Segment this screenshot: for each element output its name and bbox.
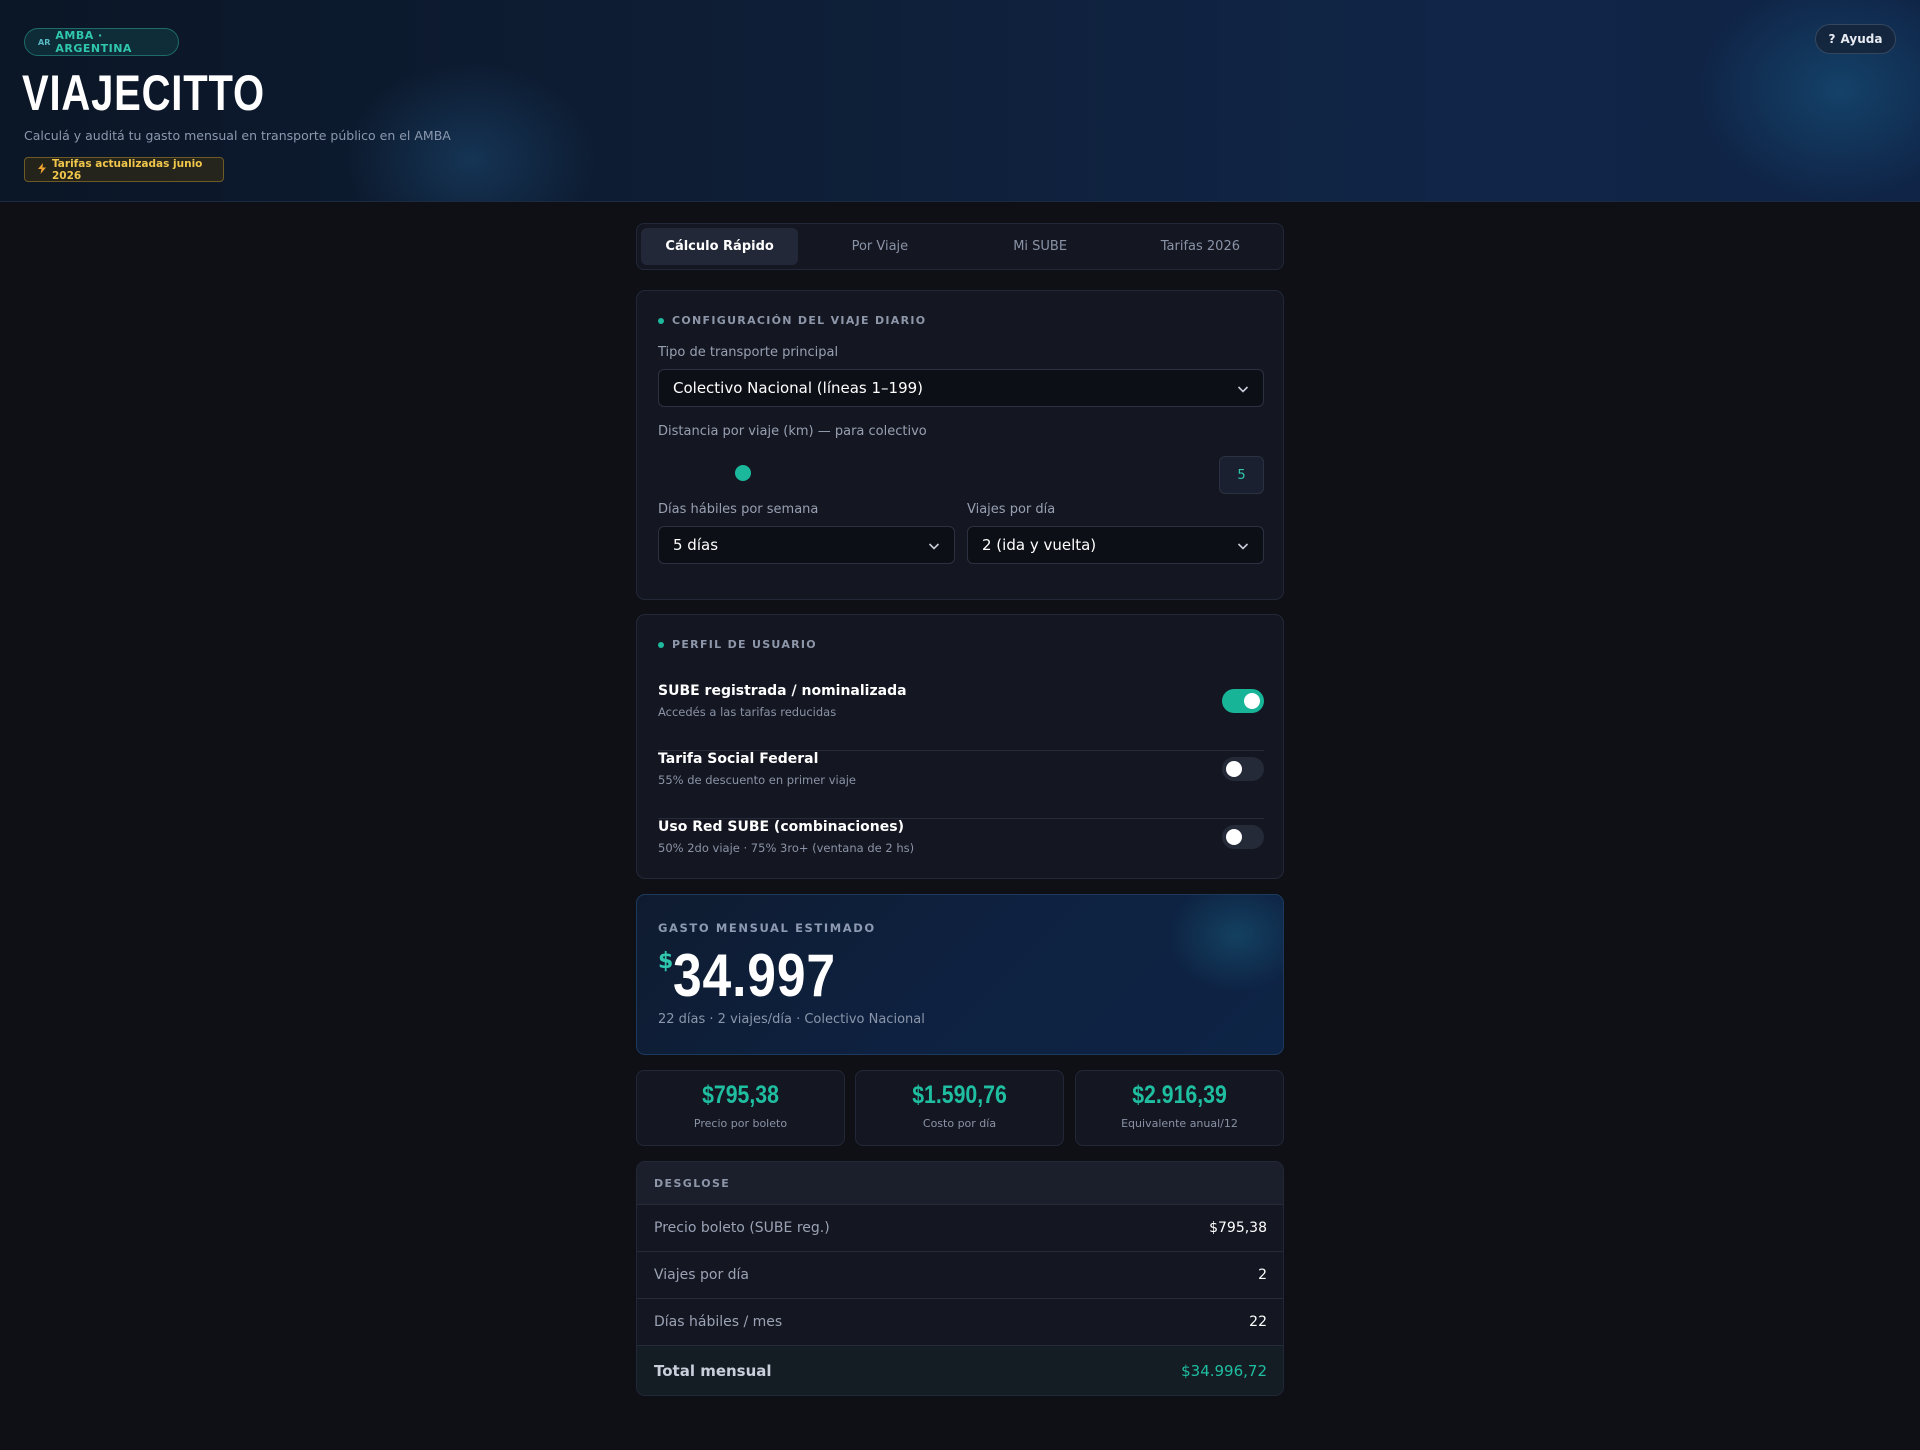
tarifa-social-toggle[interactable] [1222, 757, 1264, 781]
lightning-icon [38, 162, 46, 177]
breakdown-title: DESGLOSE [637, 1162, 1283, 1205]
table-row: Días hábiles / mes 22 [637, 1299, 1283, 1346]
stat-label: Costo por día [922, 1117, 997, 1130]
distance-value-box[interactable]: 5 [1219, 456, 1264, 494]
row-key: Viajes por día [654, 1267, 749, 1283]
stat-value: $1.590,76 [912, 1081, 1007, 1109]
stat-costo-dia: $1.590,76 Costo por día [855, 1070, 1064, 1146]
stat-label: Precio por boleto [693, 1117, 788, 1130]
row-value: 22 [1249, 1314, 1267, 1330]
trips-select[interactable]: 2 (ida y vuelta) [967, 526, 1264, 564]
stat-equivalente-anual: $2.916,39 Equivalente anual/12 [1075, 1070, 1284, 1146]
help-label: Ayuda [1840, 32, 1883, 46]
profile-row-desc: 55% de descuento en primer viaje [658, 773, 857, 787]
trips-label: Viajes por día [967, 502, 1056, 517]
region-label: AMBA · ARGENTINA [55, 29, 132, 55]
days-select[interactable]: 5 días [658, 526, 955, 564]
chevron-down-icon [1237, 543, 1249, 550]
help-button[interactable]: ? Ayuda [1815, 24, 1896, 54]
page-header: AR AMBA · ARGENTINA VIAJECITTO Calculá y… [0, 0, 1920, 202]
tariff-badge-label: Tarifas actualizadas junio 2026 [52, 157, 203, 182]
trips-value: 2 (ida y vuelta) [982, 536, 1097, 554]
config-section-label: CONFIGURACIÓN DEL VIAJE DIARIO [672, 314, 927, 327]
profile-row-tarifa-social: Tarifa Social Federal 55% de descuento e… [658, 751, 1264, 819]
row-key: Precio boleto (SUBE reg.) [654, 1220, 830, 1236]
page-subtitle: Calculá y auditá tu gasto mensual en tra… [24, 128, 451, 143]
result-description: 22 días · 2 viajes/día · Colectivo Nacio… [658, 1012, 925, 1027]
distance-slider-track[interactable] [658, 458, 1198, 462]
sube-registrada-toggle[interactable] [1222, 689, 1264, 713]
tariff-update-badge: Tarifas actualizadas junio 2026 [24, 157, 224, 182]
section-dot-icon [658, 641, 664, 648]
tab-calculo-rapido[interactable]: Cálculo Rápido [641, 228, 799, 265]
days-label: Días hábiles por semana [658, 502, 819, 517]
red-sube-toggle[interactable] [1222, 825, 1264, 849]
row-key: Días hábiles / mes [654, 1314, 783, 1330]
row-value: 2 [1258, 1267, 1267, 1283]
stat-value: $2.916,39 [1132, 1081, 1227, 1109]
section-dot-icon [658, 317, 664, 324]
question-icon: ? [1828, 32, 1836, 46]
profile-row-desc: 50% 2do viaje · 75% 3ro+ (ventana de 2 h… [658, 841, 915, 855]
transport-select[interactable]: Colectivo Nacional (líneas 1–199) [658, 369, 1264, 407]
config-card: CONFIGURACIÓN DEL VIAJE DIARIO Tipo de t… [636, 290, 1284, 600]
tab-por-viaje[interactable]: Por Viaje [801, 228, 958, 265]
total-row: Total mensual $34.996,72 [637, 1346, 1283, 1395]
region-badge: AR AMBA · ARGENTINA [24, 28, 179, 56]
profile-row-red-sube: Uso Red SUBE (combinaciones) 50% 2do via… [658, 819, 1264, 887]
tab-mi-sube[interactable]: Mi SUBE [962, 228, 1119, 265]
result-label: GASTO MENSUAL ESTIMADO [658, 921, 876, 935]
toggle-knob [1244, 693, 1260, 709]
chevron-down-icon [928, 543, 940, 550]
transport-label: Tipo de transporte principal [658, 345, 839, 360]
row-value: $795,38 [1209, 1220, 1267, 1236]
profile-section-title: PERFIL DE USUARIO [658, 638, 817, 651]
total-key: Total mensual [654, 1362, 772, 1380]
stat-precio-boleto: $795,38 Precio por boleto [636, 1070, 845, 1146]
distance-label: Distancia por viaje (km) — para colectiv… [658, 424, 927, 439]
result-value: 34.997 [673, 942, 836, 1009]
profile-section-label: PERFIL DE USUARIO [672, 638, 817, 651]
toggle-knob [1226, 761, 1242, 777]
config-section-title: CONFIGURACIÓN DEL VIAJE DIARIO [658, 314, 926, 327]
brand-title: VIAJECITTO [22, 65, 265, 121]
distance-slider-thumb[interactable] [735, 465, 751, 481]
tab-tarifas-2026[interactable]: Tarifas 2026 [1122, 228, 1279, 265]
profile-row-title: Uso Red SUBE (combinaciones) [658, 819, 904, 835]
days-value: 5 días [673, 536, 719, 554]
monthly-result-card: GASTO MENSUAL ESTIMADO $ 34.997 22 días … [636, 894, 1284, 1055]
flag-icon: AR [38, 37, 51, 47]
table-row: Precio boleto (SUBE reg.) $795,38 [637, 1205, 1283, 1252]
tab-bar: Cálculo Rápido Por Viaje Mi SUBE Tarifas… [636, 223, 1284, 270]
breakdown-table: DESGLOSE Precio boleto (SUBE reg.) $795,… [636, 1161, 1284, 1396]
result-currency: $ [658, 949, 674, 974]
stat-value: $795,38 [702, 1081, 779, 1109]
profile-row-title: Tarifa Social Federal [658, 751, 819, 767]
chevron-down-icon [1237, 386, 1249, 393]
total-value: $34.996,72 [1181, 1362, 1267, 1380]
profile-row-sube: SUBE registrada / nominalizada Accedés a… [658, 683, 1264, 751]
profile-row-title: SUBE registrada / nominalizada [658, 683, 907, 699]
profile-card: PERFIL DE USUARIO SUBE registrada / nomi… [636, 614, 1284, 879]
transport-value: Colectivo Nacional (líneas 1–199) [673, 379, 924, 397]
toggle-knob [1226, 829, 1242, 845]
table-row: Viajes por día 2 [637, 1252, 1283, 1299]
stat-label: Equivalente anual/12 [1121, 1117, 1238, 1130]
profile-row-desc: Accedés a las tarifas reducidas [658, 705, 837, 719]
